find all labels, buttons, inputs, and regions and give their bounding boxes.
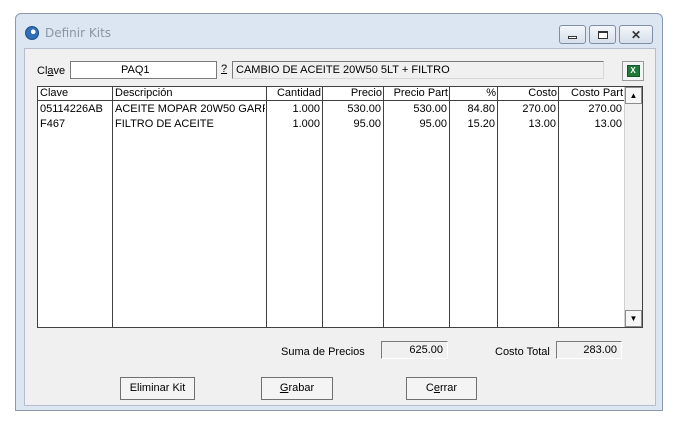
arrow-up-icon: ▲ — [629, 90, 638, 100]
table-cell[interactable]: 270.00 — [498, 103, 556, 116]
column-header-descripcion[interactable]: Descripción — [115, 87, 265, 100]
table-cell[interactable]: ACEITE MOPAR 20W50 GARRA — [115, 103, 265, 116]
close-button[interactable]: Cerrar — [406, 377, 477, 400]
table-cell[interactable]: F467 — [40, 118, 110, 131]
table-cell[interactable]: 84.80 — [450, 103, 495, 116]
column-header-precio[interactable]: Precio — [323, 87, 382, 100]
column-header-costo[interactable]: Costo — [498, 87, 557, 100]
export-excel-button[interactable]: X — [622, 61, 644, 81]
table-cell[interactable]: 13.00 — [498, 118, 556, 131]
sum-prices-label: Suma de Precios — [281, 346, 365, 358]
minimize-button[interactable] — [559, 25, 586, 44]
close-icon: ✕ — [630, 27, 642, 42]
excel-icon: X — [626, 65, 640, 77]
table-cell[interactable]: 1.000 — [267, 118, 320, 131]
table-cell[interactable]: 530.00 — [384, 103, 447, 116]
column-header-cantidad[interactable]: Cantidad — [267, 87, 321, 100]
dialog-body: Clave PAQ1 ? CAMBIO DE ACEITE 20W50 5LT … — [24, 48, 656, 406]
clave-input[interactable]: PAQ1 — [70, 61, 217, 79]
table-cell[interactable]: 95.00 — [384, 118, 447, 131]
app-icon — [25, 26, 39, 40]
total-cost-label: Costo Total — [495, 346, 550, 358]
title-bar[interactable]: Definir Kits ✕ — [16, 14, 662, 48]
define-kits-window: Definir Kits ✕ Clave PAQ1 ? CAMBIO DE AC… — [15, 13, 663, 411]
maximize-icon — [597, 30, 608, 39]
minimize-icon — [568, 36, 577, 39]
kit-items-grid[interactable]: Clave Descripción Cantidad Precio Precio… — [37, 86, 643, 328]
help-lookup-button[interactable]: ? — [217, 61, 231, 79]
column-header-clave[interactable]: Clave — [40, 87, 110, 100]
sum-prices-value: 625.00 — [381, 341, 448, 359]
table-cell[interactable]: 1.000 — [267, 103, 320, 116]
table-cell[interactable]: 15.20 — [450, 118, 495, 131]
total-cost-value: 283.00 — [556, 341, 622, 359]
scroll-down-button[interactable]: ▼ — [625, 310, 642, 327]
column-header-costo-part[interactable]: Costo Part — [559, 87, 623, 100]
vertical-scrollbar[interactable]: ▲ ▼ — [624, 87, 642, 327]
column-divider — [112, 87, 113, 327]
kit-description-field: CAMBIO DE ACEITE 20W50 5LT + FILTRO — [232, 61, 604, 79]
save-button[interactable]: Grabar — [261, 377, 333, 400]
table-cell[interactable]: 95.00 — [323, 118, 381, 131]
column-header-precio-part[interactable]: Precio Part — [384, 87, 448, 100]
table-cell[interactable]: 05114226AB — [40, 103, 110, 116]
column-header-percent[interactable]: % — [450, 87, 496, 100]
clave-label: Clave — [37, 65, 66, 77]
close-window-button[interactable]: ✕ — [619, 25, 653, 44]
arrow-down-icon: ▼ — [629, 313, 638, 323]
table-cell[interactable]: 530.00 — [323, 103, 381, 116]
maximize-button[interactable] — [589, 25, 616, 44]
table-cell[interactable]: 270.00 — [559, 103, 622, 116]
delete-kit-button[interactable]: Eliminar Kit — [120, 377, 195, 400]
table-cell[interactable]: FILTRO DE ACEITE — [115, 118, 265, 131]
scroll-up-button[interactable]: ▲ — [625, 87, 642, 104]
table-cell[interactable]: 13.00 — [559, 118, 622, 131]
window-title: Definir Kits — [45, 26, 112, 40]
